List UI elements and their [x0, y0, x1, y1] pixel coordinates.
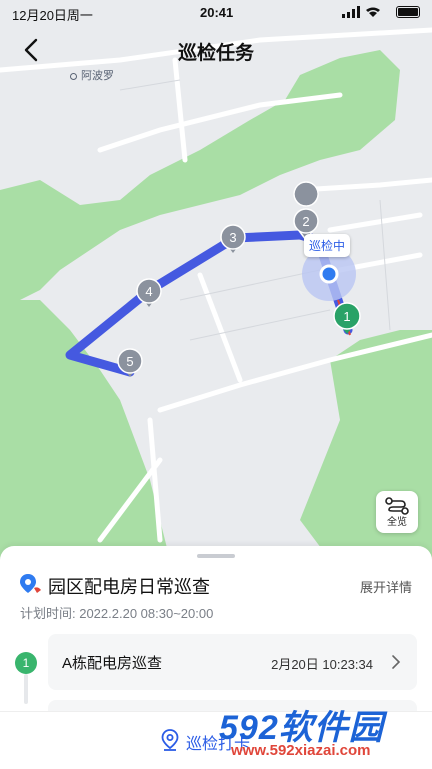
svg-text:5: 5	[126, 354, 133, 369]
svg-text:3: 3	[229, 230, 236, 245]
battery-icon	[396, 6, 420, 18]
inspection-item-time: 2月20日 10:23:34	[271, 657, 373, 672]
page-title: 巡检任务	[177, 43, 254, 64]
expand-details-link[interactable]: 展开详情	[360, 577, 412, 596]
status-date: 12月20日周一	[12, 8, 93, 23]
checkin-location-icon	[161, 729, 179, 751]
status-bar: 12月20日周一 20:41	[0, 0, 432, 26]
map-place-label: 阿波罗	[70, 67, 114, 83]
overview-button[interactable]: 全览	[376, 491, 418, 533]
signal-wifi-icon	[342, 6, 380, 18]
svg-text:4: 4	[145, 284, 152, 299]
place-name: 阿波罗	[81, 70, 114, 82]
patrol-status-tag: 巡检中	[304, 234, 351, 257]
status-time: 20:41	[200, 5, 234, 20]
sheet-drag-handle[interactable]	[197, 554, 235, 558]
watermark: 592软件园 www.592xiazai.com	[213, 700, 429, 764]
step-badge: 1	[15, 652, 37, 674]
inspection-item-card[interactable]: A栋配电房巡查 2月20日 10:23:34	[48, 634, 417, 690]
task-title: 园区配电房日常巡查	[48, 577, 210, 597]
timeline-connector	[24, 674, 28, 704]
svg-text:2: 2	[302, 214, 309, 229]
inspection-item-name: A栋配电房巡查	[62, 655, 163, 672]
nav-bar: 巡检任务	[0, 28, 432, 72]
watermark-url: www.592xiazai.com	[231, 742, 371, 759]
overview-label: 全览	[387, 517, 407, 528]
chevron-right-icon	[392, 655, 401, 669]
location-pin-icon	[20, 574, 41, 593]
plan-time: 计划时间: 2022.2.20 08:30~20:00	[20, 606, 214, 621]
svg-text:1: 1	[343, 309, 350, 324]
